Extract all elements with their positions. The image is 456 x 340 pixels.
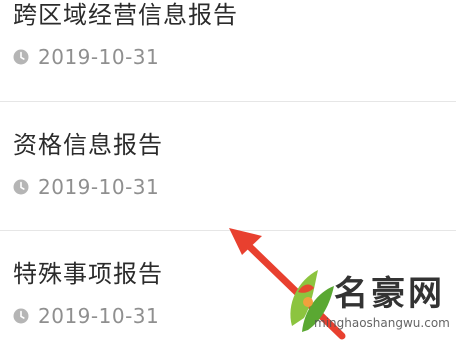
report-date: 2019-10-31 (38, 175, 160, 199)
report-date: 2019-10-31 (38, 45, 160, 69)
report-date: 2019-10-31 (38, 304, 160, 328)
report-title: 跨区域经营信息报告 (13, 1, 238, 29)
clock-icon (13, 49, 29, 65)
report-title: 资格信息报告 (13, 131, 163, 159)
report-meta: 2019-10-31 (13, 175, 159, 199)
report-item-special-matters[interactable]: 特殊事项报告 2019-10-31 (0, 231, 456, 340)
clock-icon (13, 308, 29, 324)
report-meta: 2019-10-31 (13, 304, 159, 328)
report-list-page: 跨区域经营信息报告 2019-10-31 资格信息报告 2019-10-31 特… (0, 0, 456, 340)
report-item-cross-region[interactable]: 跨区域经营信息报告 2019-10-31 (0, 0, 456, 97)
report-title: 特殊事项报告 (13, 260, 163, 288)
report-meta: 2019-10-31 (13, 45, 159, 69)
report-item-qualification[interactable]: 资格信息报告 2019-10-31 (0, 102, 456, 227)
clock-icon (13, 179, 29, 195)
